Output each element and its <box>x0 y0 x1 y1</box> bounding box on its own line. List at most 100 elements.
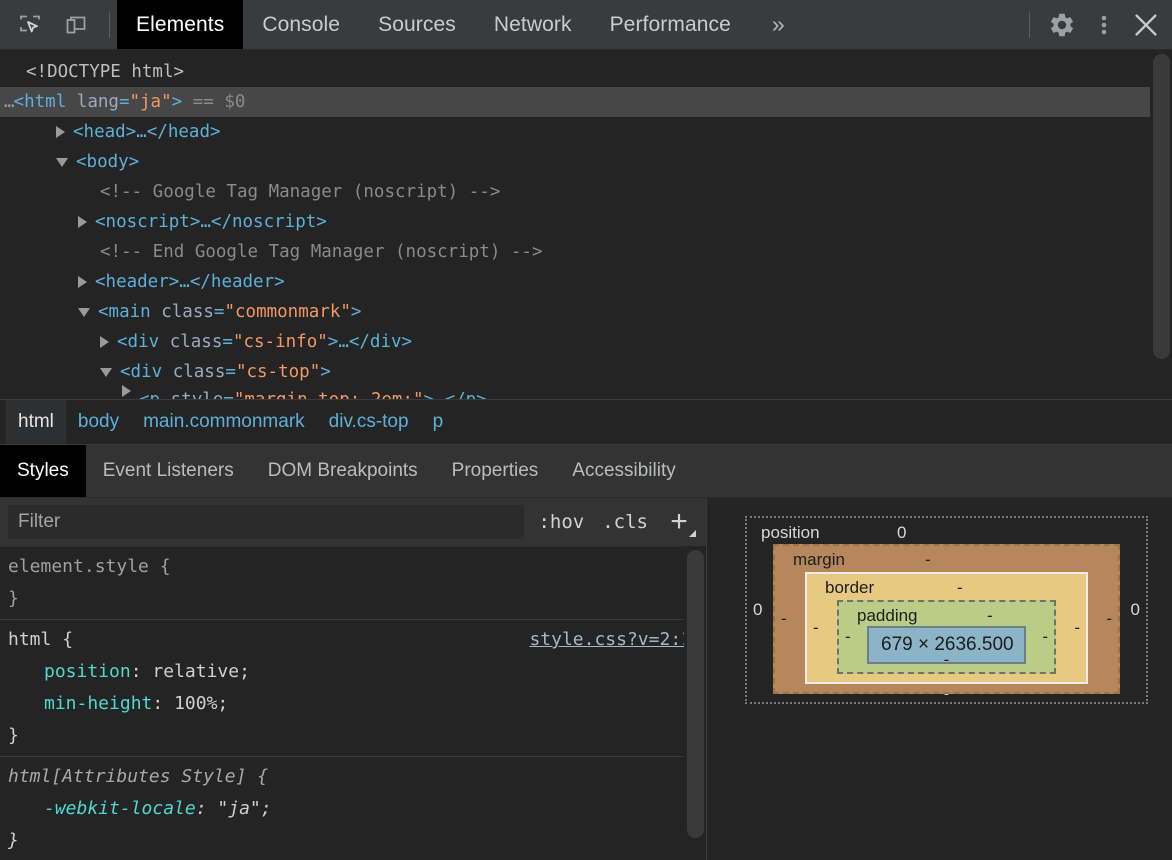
css-property-name[interactable]: -webkit-locale <box>44 798 196 819</box>
css-property-value[interactable]: "ja"; <box>217 798 271 819</box>
tab-accessibility[interactable]: Accessibility <box>555 445 692 497</box>
dom-row-div-cs-info[interactable]: <div class = "cs-info" >… </div> <box>0 327 1172 357</box>
box-model-border-left[interactable]: - <box>813 618 819 638</box>
box-model-border-top[interactable]: - <box>957 578 963 598</box>
dom-row-div-cs-top[interactable]: <div class = "cs-top" > <box>0 357 1172 387</box>
breadcrumb-item-p[interactable]: p <box>421 400 456 444</box>
css-declaration[interactable]: position: relative; <box>8 656 706 688</box>
box-model-padding-layer[interactable]: padding - - - - 679 × 2636.500 <box>837 600 1056 674</box>
main-attr-name[interactable]: class <box>161 297 214 327</box>
dom-row-head[interactable]: <head>… </head> <box>0 117 1172 147</box>
dom-row-html[interactable]: … <html lang = "ja" > == $0 <box>0 87 1172 117</box>
expand-triangle-icon[interactable] <box>100 336 109 348</box>
expand-triangle-icon[interactable] <box>122 385 131 397</box>
box-model-padding-right[interactable]: - <box>1042 627 1048 647</box>
box-model-padding-left[interactable]: - <box>845 627 851 647</box>
expand-triangle-icon[interactable] <box>56 126 65 138</box>
styles-rules-pane[interactable]: :hov .cls + element.style { } html { <box>0 498 707 860</box>
breadcrumb-item-html[interactable]: html <box>6 400 66 444</box>
div-info-attr-name[interactable]: class <box>170 327 223 357</box>
css-property-name[interactable]: min-height <box>44 693 152 714</box>
dom-row-noscript[interactable]: <noscript>… </noscript> <box>0 207 1172 237</box>
collapse-triangle-icon[interactable] <box>56 157 68 167</box>
css-selector[interactable]: html <box>8 629 51 650</box>
styles-pane-scrollbar-thumb[interactable] <box>687 550 704 838</box>
main-attr-value[interactable]: "commonmark" <box>224 297 350 327</box>
styles-pane-scrollbar[interactable] <box>684 546 706 860</box>
tab-properties[interactable]: Properties <box>435 445 556 497</box>
dom-row-body[interactable]: <body> <box>0 147 1172 177</box>
breadcrumb-item-main[interactable]: main.commonmark <box>131 400 317 444</box>
tab-styles-label: Styles <box>17 460 69 481</box>
css-selector[interactable]: html[Attributes Style] <box>8 766 246 787</box>
dom-row-comment-gtm-end[interactable]: <!-- End Google Tag Manager (noscript) -… <box>0 237 1172 267</box>
css-selector[interactable]: element.style <box>8 556 149 577</box>
box-model-position-layer[interactable]: position 0 0 0 0 margin - - - - border - <box>745 516 1148 704</box>
device-toolbar-icon[interactable] <box>56 5 96 45</box>
css-rule-origin-link[interactable]: style.css?v=2:1 <box>529 624 692 656</box>
box-model-position-top[interactable]: 0 <box>897 523 906 543</box>
breadcrumb-item-div-cs-top[interactable]: div.cs-top <box>317 400 421 444</box>
css-property-value[interactable]: 100%; <box>174 693 228 714</box>
css-declaration[interactable]: min-height: 100%; <box>8 688 706 720</box>
box-model-border-layer[interactable]: border - - - - padding - - - - <box>805 572 1088 684</box>
css-close-brace: } <box>8 725 19 746</box>
dom-row-comment-gtm-start[interactable]: <!-- Google Tag Manager (noscript) --> <box>0 177 1172 207</box>
box-model-position-left[interactable]: 0 <box>753 600 762 620</box>
tab-network[interactable]: Network <box>475 0 591 49</box>
div-top-attr-value[interactable]: "cs-top" <box>236 357 320 387</box>
dom-row-header[interactable]: <header>… </header> <box>0 267 1172 297</box>
expand-triangle-icon[interactable] <box>78 216 87 228</box>
inspect-element-icon[interactable] <box>10 5 50 45</box>
div-info-attr-value[interactable]: "cs-info" <box>233 327 328 357</box>
new-style-rule-button[interactable]: + <box>662 505 696 539</box>
tab-console[interactable]: Console <box>243 0 359 49</box>
dom-tree-scrollbar-thumb[interactable] <box>1153 54 1170 359</box>
box-model-margin-top[interactable]: - <box>925 550 931 570</box>
more-options-icon[interactable] <box>1084 5 1124 45</box>
tab-dom-breakpoints[interactable]: DOM Breakpoints <box>251 445 435 497</box>
collapse-triangle-icon[interactable] <box>100 367 112 377</box>
dom-row-doctype[interactable]: <!DOCTYPE html> <box>0 57 1172 87</box>
dom-tree-scrollbar[interactable] <box>1150 50 1172 399</box>
css-property-name[interactable]: position <box>44 661 131 682</box>
css-declaration[interactable]: -webkit-locale: "ja"; <box>8 793 706 825</box>
devtools-main-toolbar: Elements Console Sources Network Perform… <box>0 0 1172 50</box>
gear-icon[interactable] <box>1042 5 1082 45</box>
dom-row-p[interactable]: <p style="margin-top: 2em;">…</p> <box>0 385 487 399</box>
css-close-brace: } <box>8 830 19 851</box>
div-top-attr-name[interactable]: class <box>173 357 226 387</box>
dropdown-corner-icon[interactable] <box>689 530 696 537</box>
collapse-triangle-icon[interactable] <box>78 307 90 317</box>
expand-triangle-icon[interactable] <box>78 276 87 288</box>
dom-tree-panel[interactable]: <!DOCTYPE html> … <html lang = "ja" > == $0 … <box>0 50 1172 400</box>
more-tabs-icon[interactable]: » <box>750 0 807 49</box>
css-rule-html-attributes-style[interactable]: html[Attributes Style] { -webkit-locale:… <box>0 757 706 860</box>
noscript-close: </noscript> <box>210 212 327 232</box>
box-model-position-right[interactable]: 0 <box>1131 600 1140 620</box>
css-property-value[interactable]: relative; <box>152 661 250 682</box>
dom-row-main[interactable]: <main class = "commonmark" > <box>0 297 1172 327</box>
breadcrumb-item-body[interactable]: body <box>66 400 131 444</box>
box-model-margin-layer[interactable]: margin - - - - border - - - - paddin <box>773 544 1120 694</box>
tab-performance[interactable]: Performance <box>591 0 750 49</box>
box-model-margin-left[interactable]: - <box>781 609 787 629</box>
tab-event-listeners[interactable]: Event Listeners <box>86 445 251 497</box>
box-model-border-right[interactable]: - <box>1074 618 1080 638</box>
html-attr-name[interactable]: lang <box>77 87 119 117</box>
styles-filter-input[interactable] <box>8 505 525 539</box>
box-model-padding-bottom[interactable]: - <box>839 650 1054 670</box>
box-model-padding-top[interactable]: - <box>987 606 993 626</box>
tab-styles[interactable]: Styles <box>0 445 86 497</box>
css-rule-html[interactable]: html { style.css?v=2:1 position: relativ… <box>0 620 706 757</box>
p-attr-value[interactable]: "margin-top: 2em;" <box>234 385 424 399</box>
close-icon[interactable] <box>1126 5 1166 45</box>
force-state-hov-button[interactable]: :hov <box>534 511 588 533</box>
html-attr-value[interactable]: "ja" <box>129 87 171 117</box>
tab-elements[interactable]: Elements <box>117 0 244 49</box>
element-classes-cls-button[interactable]: .cls <box>598 511 652 533</box>
tab-sources[interactable]: Sources <box>359 0 475 49</box>
p-attr-name[interactable]: style <box>171 385 224 399</box>
css-rule-element-style[interactable]: element.style { } <box>0 547 706 620</box>
box-model-margin-right[interactable]: - <box>1106 609 1112 629</box>
